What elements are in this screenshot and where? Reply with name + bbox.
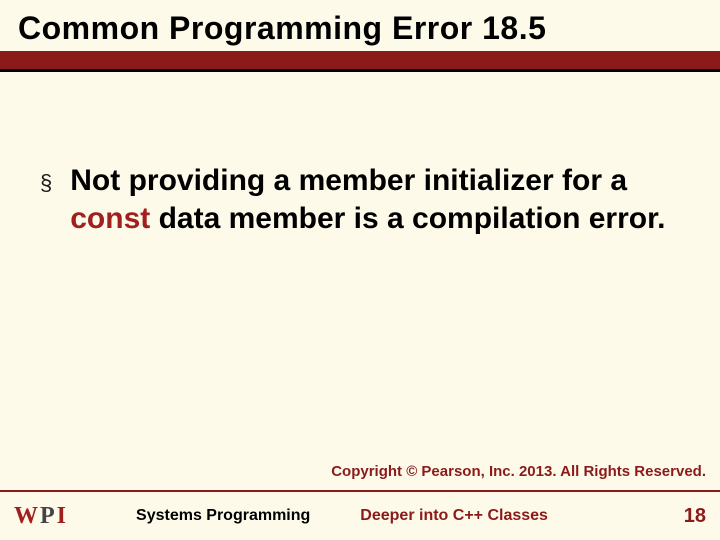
content-area: § Not providing a member initializer for…: [0, 72, 720, 237]
logo-letter-w: W: [14, 503, 38, 530]
body-post: data member is a compilation error.: [150, 202, 665, 235]
logo-letter-p: P: [40, 503, 55, 530]
slide-title: Common Programming Error 18.5: [18, 10, 702, 47]
body-text: Not providing a member initializer for a…: [70, 162, 680, 237]
const-keyword: const: [70, 202, 150, 235]
footer: W P I Systems Programming Deeper into C+…: [0, 492, 720, 540]
logo-letter-i: I: [57, 503, 66, 530]
copyright-text: Copyright © Pearson, Inc. 2013. All Righ…: [331, 463, 706, 480]
page-number: 18: [684, 505, 706, 528]
title-red-bar: [0, 51, 720, 69]
body-pre: Not providing a member initializer for a: [70, 164, 627, 197]
bullet-icon: §: [40, 172, 52, 194]
wpi-logo: W P I: [14, 503, 66, 530]
footer-course: Systems Programming: [136, 507, 310, 525]
footer-topic: Deeper into C++ Classes: [360, 507, 548, 525]
title-bar: Common Programming Error 18.5: [0, 0, 720, 51]
